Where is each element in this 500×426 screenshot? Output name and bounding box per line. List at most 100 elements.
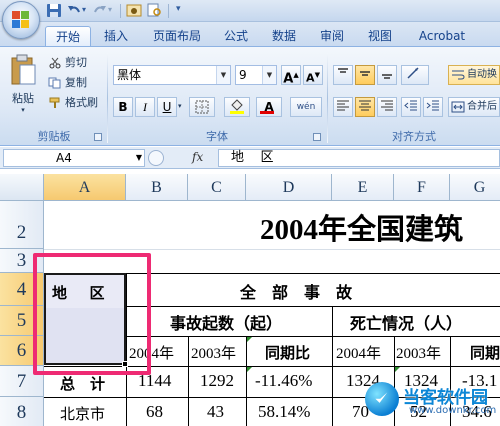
beijing-2003-count: 43 (207, 402, 224, 421)
italic-button[interactable]: I (135, 97, 155, 117)
select-all-corner[interactable] (0, 174, 44, 201)
redo-dropdown-icon[interactable]: ▾ (108, 5, 124, 20)
beijing-yoy-count: 58.14% (258, 402, 311, 421)
paste-label: 粘贴 (12, 92, 34, 105)
ribbon: 粘贴 ▾ 剪切 复制 格式刷 剪贴板 黑体 ▼ 9 ▼ A▲ A▼ B I U … (0, 46, 500, 146)
middle-align-button[interactable] (355, 65, 375, 85)
office-button[interactable] (2, 1, 40, 39)
tab-insert[interactable]: 插入 (98, 26, 134, 46)
column-header-a[interactable]: A (44, 174, 126, 201)
align-right-button[interactable] (377, 97, 397, 117)
merge-center-button[interactable]: 合并后 (448, 97, 500, 117)
column-header-c[interactable]: C (188, 174, 246, 201)
align-center-button[interactable] (355, 97, 375, 117)
print-preview-icon[interactable] (146, 3, 162, 18)
paste-button[interactable]: 粘贴 ▾ (4, 51, 42, 114)
borders-icon (195, 100, 209, 114)
watermark-url: www.downkr.com (409, 405, 497, 416)
format-painter-label: 格式刷 (65, 96, 98, 109)
tab-page-layout[interactable]: 页面布局 (146, 26, 208, 46)
qat-separator (168, 4, 169, 18)
font-launcher-icon[interactable] (313, 133, 321, 141)
row-total-label: 总 计 (60, 377, 106, 393)
table-border (126, 336, 500, 337)
align-left-icon (337, 100, 349, 111)
wrap-text-icon (452, 70, 465, 80)
cut-button[interactable]: 剪切 (48, 54, 87, 72)
bold-button[interactable]: B (113, 97, 133, 117)
total-yoy-count: -11.46% (255, 371, 313, 390)
decrease-indent-icon (404, 100, 417, 111)
row-header-8[interactable]: 8 (0, 397, 44, 426)
tab-home[interactable]: 开始 (45, 26, 91, 46)
phonetic-button[interactable]: wén (290, 97, 322, 117)
paste-icon (11, 54, 36, 85)
bottom-align-button[interactable] (377, 65, 397, 85)
clipboard-launcher-icon[interactable] (94, 133, 102, 141)
error-indicator-icon (395, 367, 400, 372)
insert-function-button[interactable]: fx (192, 150, 203, 164)
clipboard-group-label: 剪贴板 (37, 130, 71, 143)
format-painter-button[interactable]: 格式刷 (48, 94, 98, 112)
tab-acrobat[interactable]: Acrobat (412, 26, 472, 46)
header-yoy-count: 同期比 (265, 346, 311, 362)
increase-indent-button[interactable] (423, 97, 443, 117)
column-header-e[interactable]: E (332, 174, 394, 201)
gridline (44, 249, 500, 250)
tab-view[interactable]: 视图 (362, 26, 398, 46)
font-name-select[interactable]: 黑体 ▼ (113, 65, 231, 85)
tab-formulas[interactable]: 公式 (218, 26, 254, 46)
office-logo-icon (12, 11, 30, 29)
tab-data[interactable]: 数据 (266, 26, 302, 46)
header-2003-count: 2003年 (191, 346, 237, 362)
total-2003-count: 1292 (200, 371, 234, 390)
copy-button[interactable]: 复制 (48, 74, 87, 92)
decrease-indent-button[interactable] (401, 97, 421, 117)
formula-bar-resize-handle[interactable] (148, 150, 164, 166)
merge-center-label: 合并后 (467, 101, 497, 112)
font-color-swatch (260, 111, 274, 114)
font-color-button[interactable]: A (256, 97, 282, 117)
underline-button[interactable]: U (157, 97, 177, 117)
borders-button[interactable] (189, 97, 215, 117)
grow-font-button[interactable]: A▲ (281, 65, 301, 87)
wrap-text-button[interactable]: 自动换 (448, 65, 500, 85)
customize-qat-icon[interactable]: ▾ (176, 4, 192, 19)
camera-tool-icon[interactable] (126, 3, 142, 18)
formula-input[interactable]: 地 区 (218, 149, 500, 167)
top-align-button[interactable] (333, 65, 353, 85)
text-orientation-icon (407, 67, 419, 79)
row-header-2[interactable]: 2 (0, 201, 44, 249)
shrink-font-glyph: A (306, 71, 315, 85)
header-accident-count: 事故起数（起） (170, 316, 283, 333)
fill-color-button[interactable] (224, 97, 250, 117)
top-align-icon (338, 68, 348, 73)
wrap-text-label: 自动换 (467, 69, 497, 80)
chevron-down-icon: ▼ (135, 153, 142, 162)
column-header-b[interactable]: B (126, 174, 188, 201)
header-yoy-death: 同期 (470, 346, 500, 362)
beijing-2004-count: 68 (146, 402, 163, 421)
shrink-font-button[interactable]: A▼ (303, 65, 323, 85)
column-header-d[interactable]: D (246, 174, 332, 201)
grow-font-glyph: A (283, 71, 294, 87)
name-box-value: A4 (56, 151, 72, 165)
align-right-icon (381, 100, 393, 111)
annotation-highlight-box (33, 253, 151, 375)
paste-dropdown-icon: ▾ (21, 106, 25, 114)
font-size-select[interactable]: 9 ▼ (235, 65, 277, 85)
column-header-f[interactable]: F (394, 174, 450, 201)
error-indicator-icon (247, 367, 252, 372)
orientation-button[interactable] (401, 65, 429, 85)
header-2003-death: 2003年 (396, 346, 442, 362)
underline-dropdown-icon[interactable]: ▾ (178, 102, 182, 110)
column-header-g[interactable]: G (450, 174, 500, 201)
align-left-button[interactable] (333, 97, 353, 117)
redo-icon[interactable] (92, 3, 108, 18)
undo-icon[interactable] (66, 3, 82, 18)
name-box[interactable]: A4 ▼ (3, 149, 145, 167)
scissors-icon (49, 57, 61, 69)
save-icon[interactable] (46, 3, 62, 18)
merge-center-icon (451, 101, 465, 113)
tab-review[interactable]: 审阅 (314, 26, 350, 46)
